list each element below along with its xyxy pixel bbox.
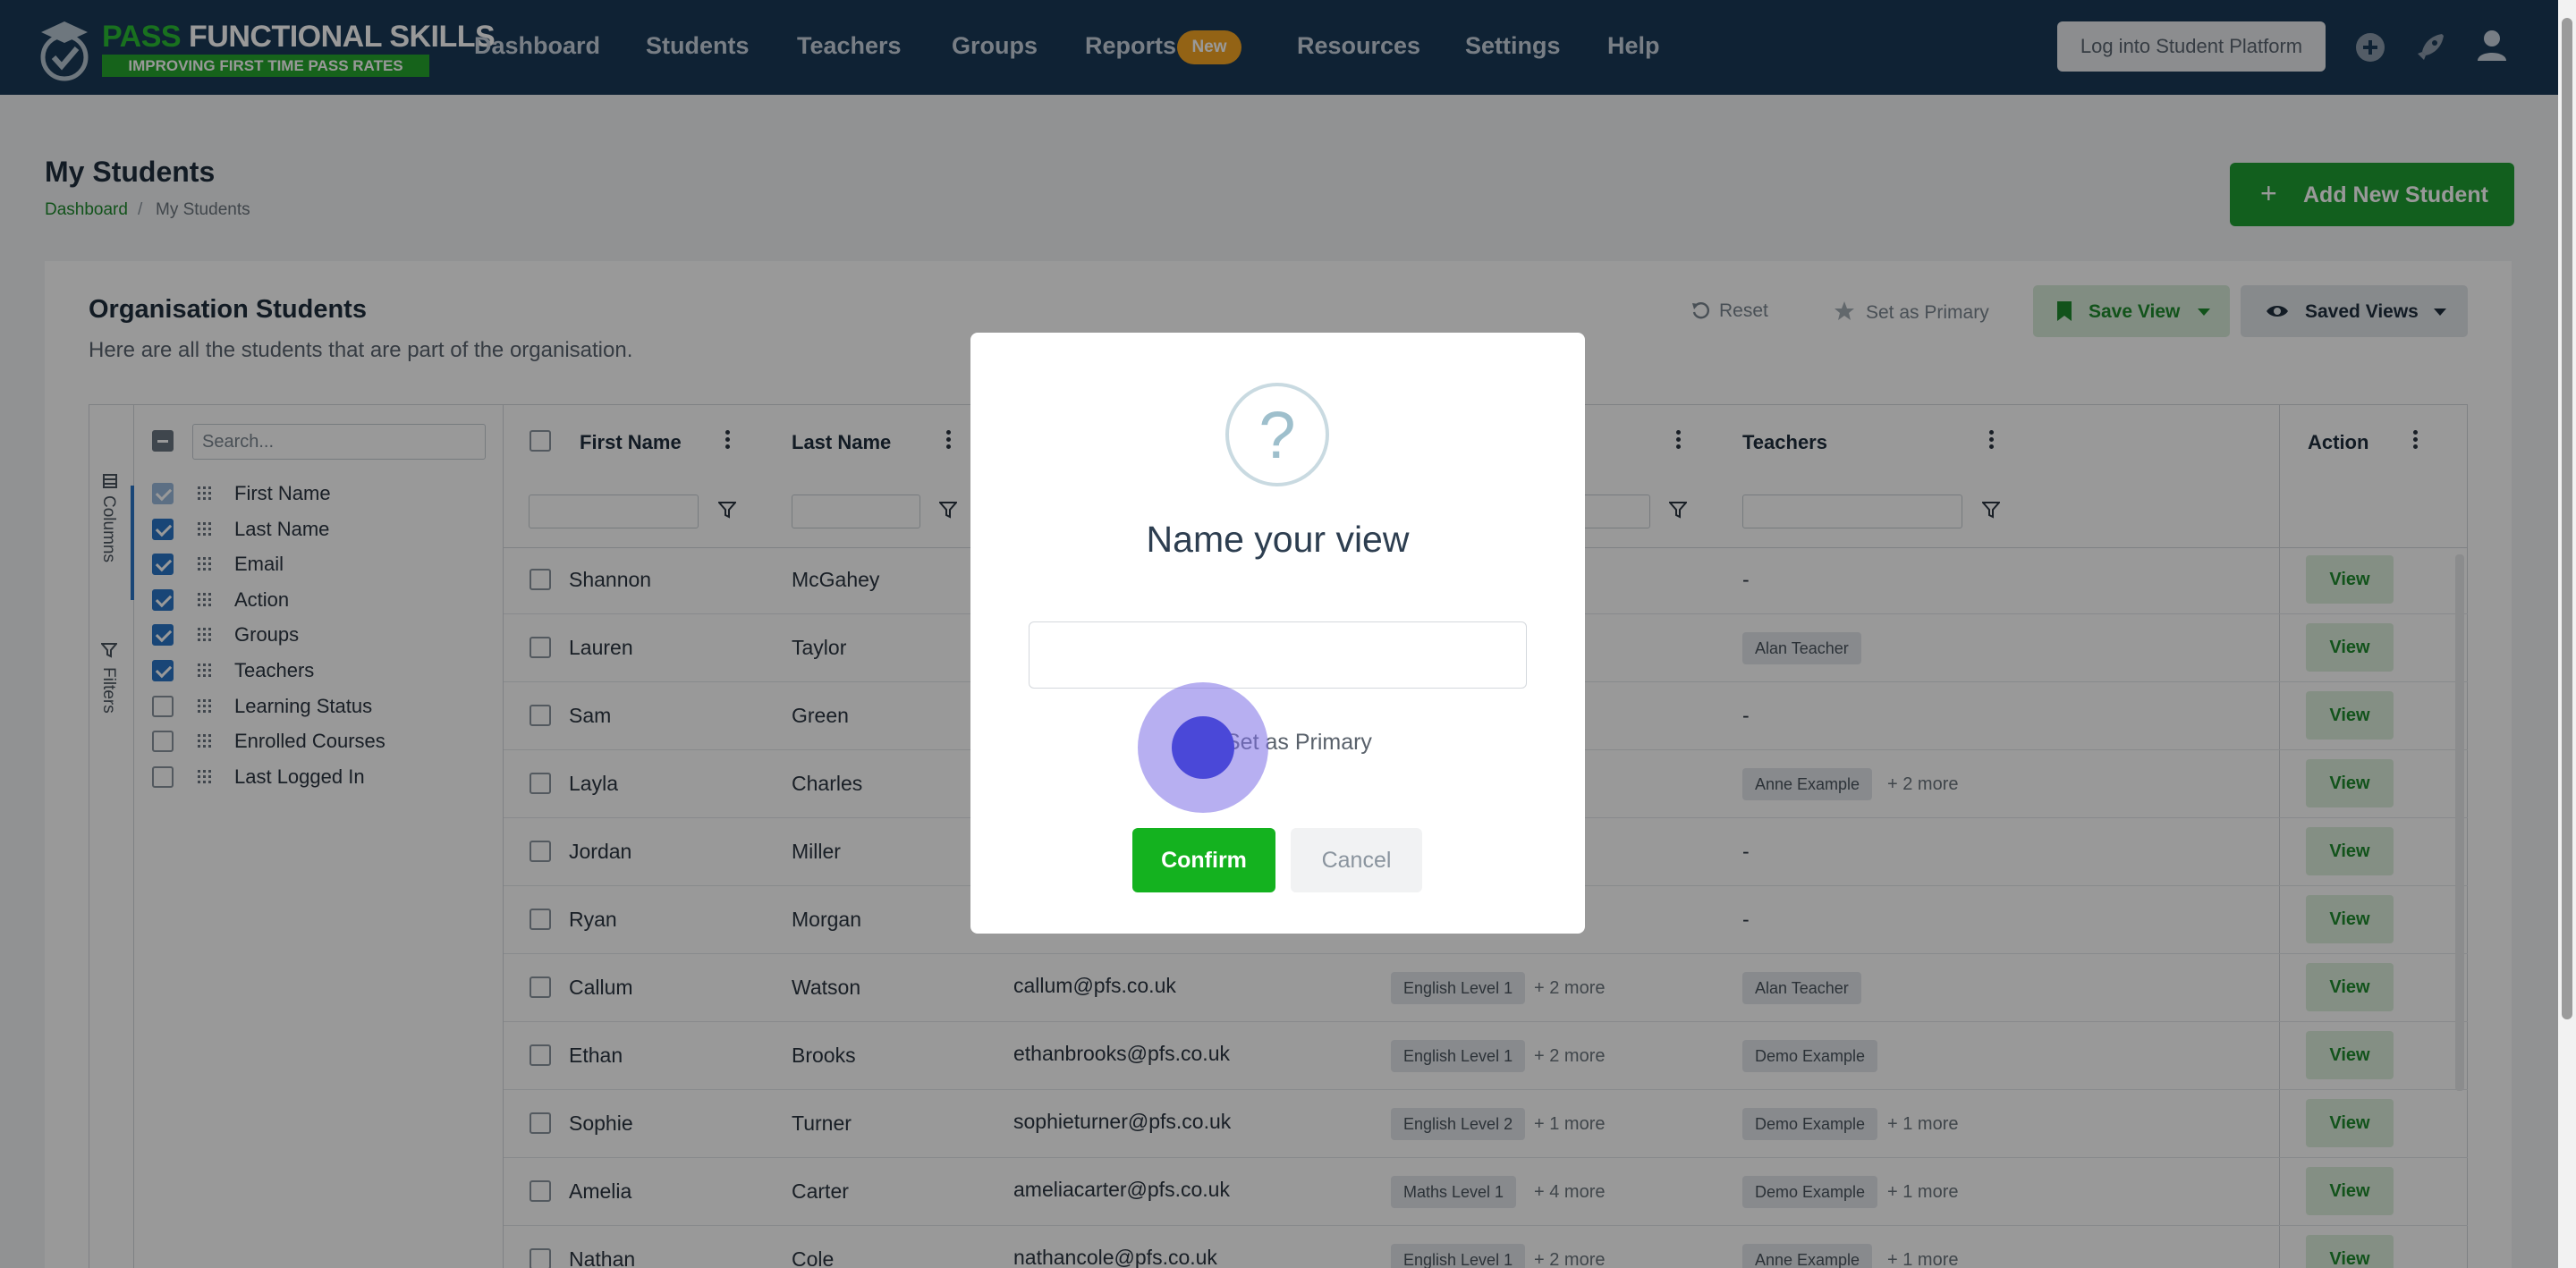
view-name-input[interactable]	[1029, 621, 1527, 689]
window-scrollbar-thumb[interactable]	[2562, 18, 2572, 1019]
window-scrollbar[interactable]	[2558, 0, 2576, 1268]
cancel-button[interactable]: Cancel	[1291, 828, 1422, 892]
question-icon: ?	[1225, 383, 1329, 486]
dialog-title: Name your view	[1146, 519, 1410, 560]
confirm-button[interactable]: Confirm	[1132, 828, 1275, 892]
set-as-primary-checkbox[interactable]	[1172, 716, 1234, 779]
